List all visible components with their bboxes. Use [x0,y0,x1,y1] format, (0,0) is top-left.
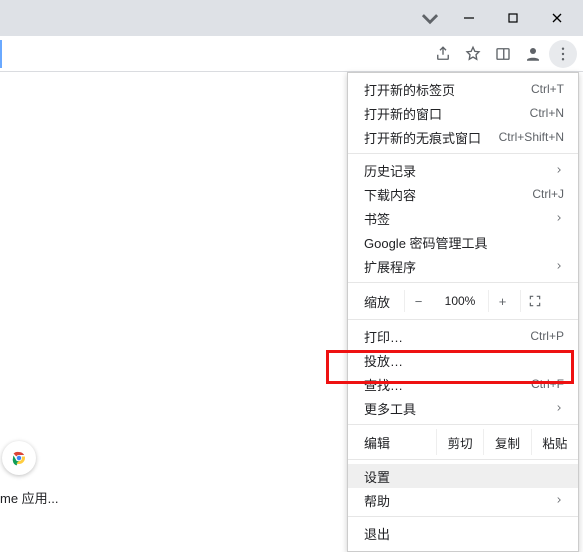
menu-label: 帮助 [364,491,552,510]
menu-divider [348,282,578,283]
menu-label: 更多工具 [364,399,552,418]
chevron-right-icon [552,165,564,175]
menu-label: 书签 [364,209,552,228]
menu-label: Google 密码管理工具 [364,233,564,252]
menu-divider [348,424,578,425]
bookmark-star-icon[interactable] [459,40,487,68]
chevron-right-icon [552,495,564,505]
menu-item-help[interactable]: 帮助 [348,488,578,512]
app-launcher-button[interactable] [2,441,36,475]
menu-shortcut: Ctrl+J [532,187,564,201]
zoom-label: 缩放 [364,292,390,311]
menu-item-print[interactable]: 打印… Ctrl+P [348,324,578,348]
menu-item-settings[interactable]: 设置 [348,464,578,488]
chevron-right-icon [552,261,564,271]
browser-toolbar [0,36,583,72]
chevron-right-icon [552,403,564,413]
window-close-button[interactable] [535,3,579,33]
menu-shortcut: Ctrl+Shift+N [499,130,564,144]
menu-label: 打开新的窗口 [364,104,530,123]
menu-shortcut: Ctrl+N [530,106,564,120]
window-maximize-button[interactable] [491,3,535,33]
menu-item-history[interactable]: 历史记录 [348,158,578,182]
tab-dropdown-icon[interactable] [413,3,447,33]
sidepanel-icon[interactable] [489,40,517,68]
fullscreen-icon[interactable] [520,290,548,312]
menu-label: 设置 [364,467,564,486]
menu-item-bookmarks[interactable]: 书签 [348,206,578,230]
menu-item-find[interactable]: 查找… Ctrl+F [348,372,578,396]
menu-shortcut: Ctrl+T [531,82,564,96]
menu-divider [348,459,578,460]
menu-label: 查找… [364,375,531,394]
menu-divider [348,319,578,320]
edit-label: 编辑 [364,433,436,452]
chrome-icon [10,449,28,467]
menu-item-password-manager[interactable]: Google 密码管理工具 [348,230,578,254]
omnibox-focus-edge [0,40,2,68]
menu-item-cast[interactable]: 投放… [348,348,578,372]
menu-item-extensions[interactable]: 扩展程序 [348,254,578,278]
edit-cut-button[interactable]: 剪切 [436,429,483,455]
menu-label: 打印… [364,327,530,346]
menu-item-new-window[interactable]: 打开新的窗口 Ctrl+N [348,101,578,125]
menu-label: 下载内容 [364,185,532,204]
menu-label: 打开新的无痕式窗口 [364,128,499,147]
menu-item-new-tab[interactable]: 打开新的标签页 Ctrl+T [348,77,578,101]
edit-copy-button[interactable]: 复制 [483,429,530,455]
share-icon[interactable] [429,40,457,68]
edit-paste-button[interactable]: 粘贴 [531,429,578,455]
profile-icon[interactable] [519,40,547,68]
menu-divider [348,516,578,517]
menu-label: 扩展程序 [364,257,552,276]
menu-item-incognito[interactable]: 打开新的无痕式窗口 Ctrl+Shift+N [348,125,578,149]
zoom-value: 100% [436,294,484,308]
menu-label: 历史记录 [364,161,552,180]
menu-shortcut: Ctrl+P [530,329,564,343]
menu-item-more-tools[interactable]: 更多工具 [348,396,578,420]
chrome-main-menu: 打开新的标签页 Ctrl+T 打开新的窗口 Ctrl+N 打开新的无痕式窗口 C… [347,72,579,552]
menu-shortcut: Ctrl+F [531,377,564,391]
menu-item-exit[interactable]: 退出 [348,521,578,545]
apps-shortcut-label[interactable]: me 应用... [0,488,59,507]
window-minimize-button[interactable] [447,3,491,33]
menu-label: 退出 [364,524,564,543]
chevron-right-icon [552,213,564,223]
menu-label: 打开新的标签页 [364,80,531,99]
menu-zoom-row: 缩放 − 100% + [348,287,578,315]
kebab-menu-button[interactable] [549,40,577,68]
window-titlebar [0,0,583,36]
menu-divider [348,153,578,154]
menu-item-downloads[interactable]: 下载内容 Ctrl+J [348,182,578,206]
zoom-out-button[interactable]: − [404,290,432,312]
zoom-in-button[interactable]: + [488,290,516,312]
menu-label: 投放… [364,351,564,370]
menu-edit-row: 编辑 剪切 复制 粘贴 [348,429,578,455]
